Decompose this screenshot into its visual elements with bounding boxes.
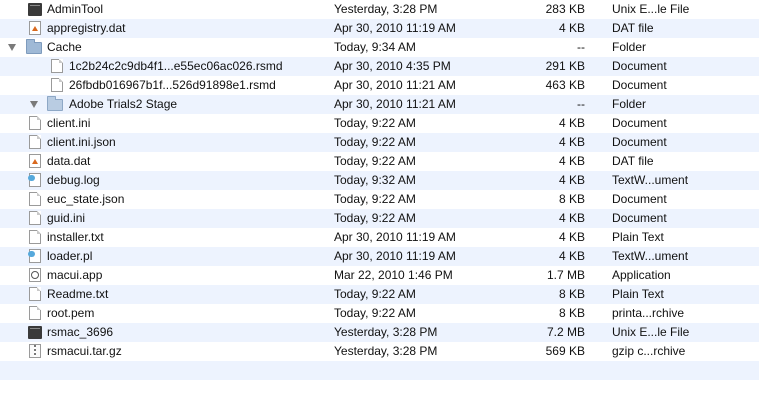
document-icon (51, 59, 63, 73)
folder-icon (26, 39, 42, 54)
file-size: 4 KB (558, 173, 585, 187)
file-kind: Document (612, 59, 667, 73)
folder-row-cache[interactable]: Cache Today, 9:34 AM -- Folder (0, 38, 759, 57)
file-name: AdminTool (47, 2, 104, 16)
file-row-root-pem[interactable]: root.pem Today, 9:22 AM 8 KB printa...rc… (0, 304, 759, 323)
file-kind: Application (612, 268, 671, 282)
file-kind: gzip c...rchive (612, 344, 686, 358)
file-kind: printa...rchive (612, 306, 685, 320)
file-name: guid.ini (47, 211, 86, 225)
dat-icon (29, 154, 41, 168)
file-size: 8 KB (558, 306, 585, 320)
file-row-euc-state-json[interactable]: euc_state.json Today, 9:22 AM 8 KB Docum… (0, 190, 759, 209)
disclosure-triangle-icon[interactable] (30, 101, 38, 108)
file-kind: Document (612, 211, 667, 225)
file-row-rsmd-2[interactable]: 26fbdb016967b1f...526d91898e1.rsmd Apr 3… (0, 76, 759, 95)
file-row-rsmacui-tar-gz[interactable]: rsmacui.tar.gz Yesterday, 3:28 PM 569 KB… (0, 342, 759, 361)
file-name: macui.app (47, 268, 103, 282)
file-size: 8 KB (558, 192, 585, 206)
file-row-debug-log[interactable]: debug.log Today, 9:32 AM 4 KB TextW...um… (0, 171, 759, 190)
disclosure-triangle-icon[interactable] (8, 44, 16, 51)
text-file-icon (29, 230, 41, 244)
document-icon (29, 116, 41, 130)
document-icon (29, 192, 41, 206)
file-size: 4 KB (558, 135, 585, 149)
file-name: Readme.txt (47, 287, 109, 301)
document-icon (29, 211, 41, 225)
document-icon (29, 135, 41, 149)
folder-name: Adobe Trials2 Stage (69, 97, 178, 111)
file-name: rsmac_3696 (47, 325, 114, 339)
exec-icon (28, 326, 42, 339)
file-size: -- (577, 40, 585, 54)
file-kind: TextW...ument (612, 249, 689, 263)
folder-name: Cache (47, 40, 82, 54)
file-size: 291 KB (545, 59, 585, 73)
file-kind: Document (612, 135, 667, 149)
file-row-loader-pl[interactable]: loader.pl Apr 30, 2010 11:19 AM 4 KB Tex… (0, 247, 759, 266)
file-row-guid-ini[interactable]: guid.ini Today, 9:22 AM 4 KB Document (0, 209, 759, 228)
file-kind: Unix E...le File (612, 2, 690, 16)
file-name: data.dat (47, 154, 91, 168)
text-document-icon (28, 173, 41, 187)
file-name: 1c2b24c2c9db4f1...e55ec06ac026.rsmd (69, 59, 283, 73)
document-icon (51, 78, 63, 92)
file-size: 8 KB (558, 287, 585, 301)
file-name: 26fbdb016967b1f...526d91898e1.rsmd (69, 78, 276, 92)
file-size: 7.2 MB (546, 325, 585, 339)
file-kind: DAT file (612, 154, 654, 168)
file-row-rsmac-3696[interactable]: rsmac_3696 Yesterday, 3:28 PM 7.2 MB Uni… (0, 323, 759, 342)
folder-icon (47, 96, 63, 111)
file-size: 463 KB (545, 78, 585, 92)
file-name: loader.pl (47, 249, 93, 263)
file-kind: DAT file (612, 21, 654, 35)
archive-icon (29, 344, 41, 358)
file-size: 4 KB (558, 21, 585, 35)
file-kind: Document (612, 192, 667, 206)
file-row-client-ini[interactable]: client.ini Today, 9:22 AM 4 KB Document (0, 114, 759, 133)
text-file-icon (29, 287, 41, 301)
file-size: 4 KB (558, 116, 585, 130)
file-name: installer.txt (47, 230, 104, 244)
empty-row (0, 361, 759, 380)
file-row-data-dat[interactable]: data.dat Today, 9:22 AM 4 KB DAT file (0, 152, 759, 171)
file-kind: Folder (612, 40, 647, 54)
folder-row-adobe-trials2-stage[interactable]: Adobe Trials2 Stage Apr 30, 2010 11:21 A… (0, 95, 759, 114)
file-size: -- (577, 97, 585, 111)
file-name: client.ini.json (47, 135, 116, 149)
exec-icon (28, 3, 42, 16)
empty-row (0, 380, 759, 396)
file-name: euc_state.json (47, 192, 125, 206)
file-size: 4 KB (558, 249, 585, 263)
text-document-icon (28, 249, 41, 263)
file-row-macui-app[interactable]: macui.app Mar 22, 2010 1:46 PM 1.7 MB Ap… (0, 266, 759, 285)
file-kind: Unix E...le File (612, 325, 690, 339)
file-kind: TextW...ument (612, 173, 689, 187)
file-row-client-ini-json[interactable]: client.ini.json Today, 9:22 AM 4 KB Docu… (0, 133, 759, 152)
file-size: 4 KB (558, 230, 585, 244)
file-name: rsmacui.tar.gz (47, 344, 122, 358)
file-name: root.pem (47, 306, 95, 320)
file-size: 1.7 MB (546, 268, 585, 282)
file-row-readme-txt[interactable]: Readme.txt Today, 9:22 AM 8 KB Plain Tex… (0, 285, 759, 304)
file-kind: Document (612, 116, 667, 130)
file-name: client.ini (47, 116, 91, 130)
file-size: 569 KB (545, 344, 585, 358)
file-name: appregistry.dat (47, 21, 126, 35)
file-size: 283 KB (545, 2, 585, 16)
file-size: 4 KB (558, 211, 585, 225)
file-kind: Plain Text (612, 230, 664, 244)
file-row-appregistry[interactable]: appregistry.dat Apr 30, 2010 11:19 AM 4 … (0, 19, 759, 38)
dat-icon (29, 21, 41, 35)
application-icon (29, 268, 41, 282)
file-kind: Folder (612, 97, 647, 111)
file-row-admintool[interactable]: AdminTool Yesterday, 3:28 PM 283 KB Unix… (0, 0, 759, 19)
document-icon (29, 306, 41, 320)
file-size: 4 KB (558, 154, 585, 168)
file-name: debug.log (47, 173, 100, 187)
file-kind: Plain Text (612, 287, 664, 301)
file-kind: Document (612, 78, 667, 92)
file-row-rsmd-1[interactable]: 1c2b24c2c9db4f1...e55ec06ac026.rsmd Apr … (0, 57, 759, 76)
file-row-installer-txt[interactable]: installer.txt Apr 30, 2010 11:19 AM 4 KB… (0, 228, 759, 247)
